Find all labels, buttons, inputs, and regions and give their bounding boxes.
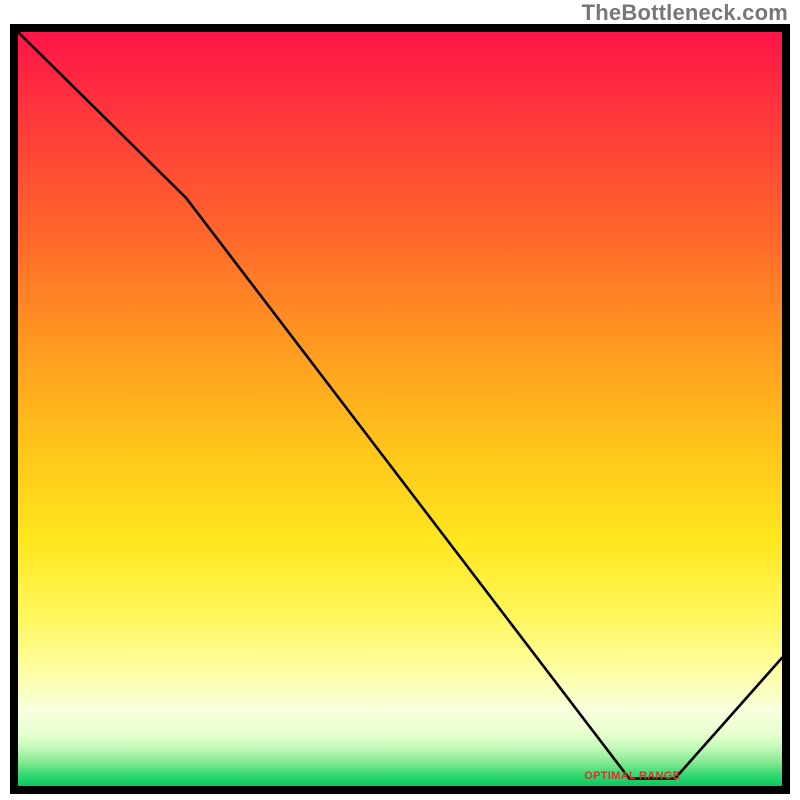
curve-line — [18, 32, 782, 779]
bottleneck-curve — [18, 32, 782, 786]
chart-stage: TheBottleneck.com OPTIMAL RANGE — [0, 0, 800, 800]
plot-frame: OPTIMAL RANGE — [10, 24, 790, 794]
watermark-text: TheBottleneck.com — [582, 0, 788, 26]
optimal-range-label: OPTIMAL RANGE — [584, 770, 680, 782]
